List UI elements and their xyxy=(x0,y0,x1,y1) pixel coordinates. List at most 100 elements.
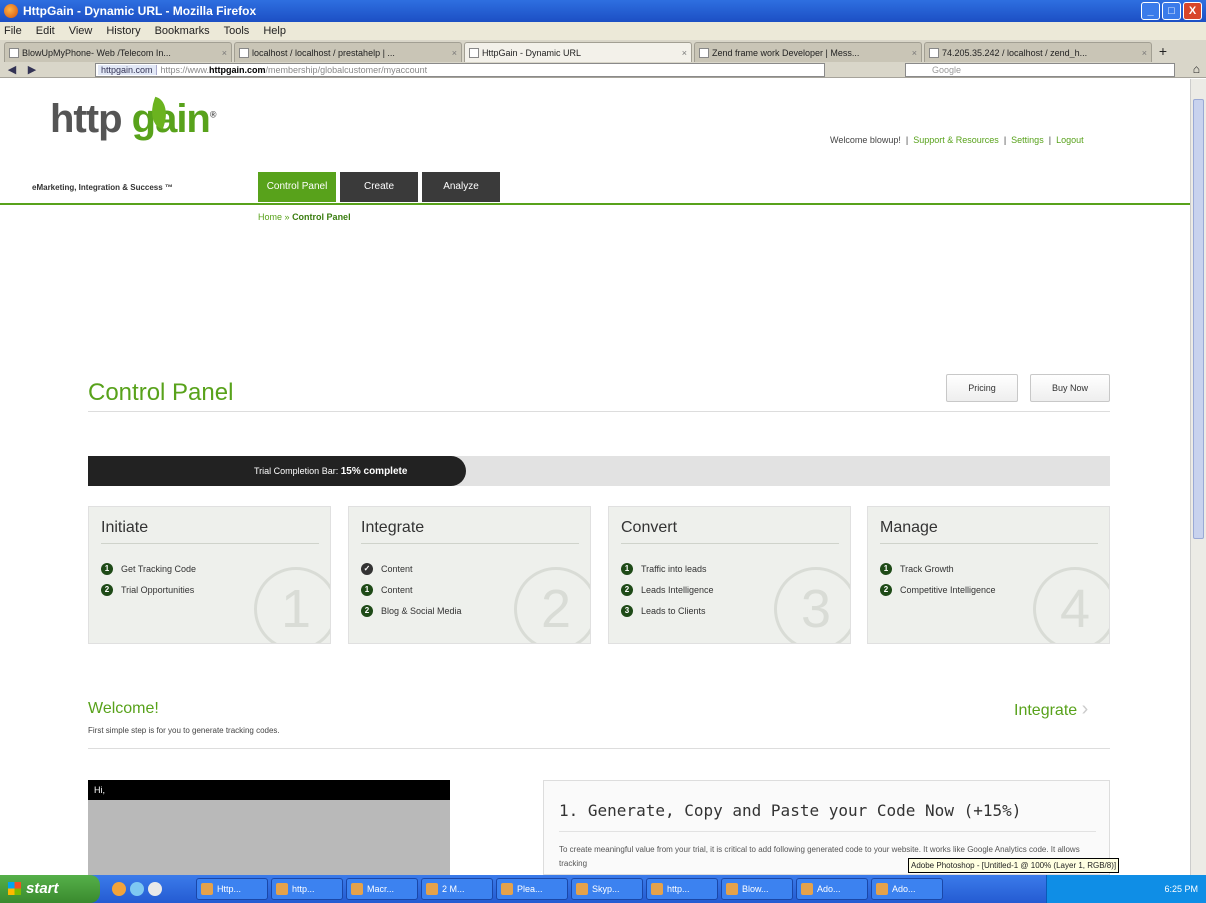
step-number-watermark: 3 xyxy=(774,567,850,643)
step-number-watermark: 4 xyxy=(1033,567,1109,643)
menu-tools[interactable]: Tools xyxy=(224,25,250,37)
tab-localhost-prestahelp[interactable]: localhost / localhost / prestahelp | ...… xyxy=(234,42,462,62)
chevron-right-icon: › xyxy=(1081,698,1089,720)
task-blow[interactable]: Blow... xyxy=(721,878,793,900)
settings-link[interactable]: Settings xyxy=(1011,135,1044,145)
task-macromedia[interactable]: Macr... xyxy=(346,878,418,900)
step-item[interactable]: 2 Blog & Social Media xyxy=(361,605,462,617)
integrate-next-link[interactable]: Integrate › xyxy=(1014,698,1088,721)
start-button[interactable]: start xyxy=(0,875,100,903)
step-item[interactable]: 1 Content xyxy=(361,584,462,596)
step-item[interactable]: 3 Leads to Clients xyxy=(621,605,714,617)
nav-analyze[interactable]: Analyze xyxy=(422,172,500,202)
tab-close-icon[interactable]: × xyxy=(682,48,687,58)
address-bar[interactable]: httpgain.com https://www. httpgain.com/me… xyxy=(95,63,825,77)
pricing-button[interactable]: Pricing xyxy=(946,374,1018,402)
quick-launch-icon[interactable] xyxy=(148,882,162,896)
httpgain-logo[interactable]: http gain® xyxy=(50,97,216,142)
window-controls: _ □ X xyxy=(1141,2,1202,20)
logo-registered: ® xyxy=(209,109,217,120)
separator: | xyxy=(1048,135,1052,145)
task-filezilla[interactable]: http... xyxy=(271,878,343,900)
taskbar-tooltip: Adobe Photoshop - [Untitled-1 @ 100% (La… xyxy=(908,858,1120,873)
page-icon xyxy=(469,47,479,58)
tab-httpgain[interactable]: HttpGain - Dynamic URL × xyxy=(464,42,692,62)
step-number-icon: 2 xyxy=(880,584,892,596)
step-card-integrate: Integrate ✓ Content 1 Content 2 Blog & Soci… xyxy=(348,506,591,644)
video-header: Hi, xyxy=(88,780,450,800)
quick-launch-icon[interactable] xyxy=(112,882,126,896)
step-card-convert: Convert 1 Traffic into leads 2 Leads Intel… xyxy=(608,506,851,644)
nav-control-panel[interactable]: Control Panel xyxy=(258,172,336,202)
task-please[interactable]: Plea... xyxy=(496,878,568,900)
tab-phpmyadmin[interactable]: 74.205.35.242 / localhost / zend_h... × xyxy=(924,42,1152,62)
step-item[interactable]: 1 Get Tracking Code xyxy=(101,563,196,575)
menu-history[interactable]: History xyxy=(106,25,140,37)
url-domain: httpgain.com xyxy=(209,65,266,75)
quick-launch xyxy=(100,875,192,903)
tab-blowupmyphone[interactable]: BlowUpMyPhone- Web /Telecom In... × xyxy=(4,42,232,62)
step-item[interactable]: 2 Competitive Intelligence xyxy=(880,584,996,596)
tab-zend-framework[interactable]: Zend frame work Developer | Mess... × xyxy=(694,42,922,62)
step-number-icon: 1 xyxy=(361,584,373,596)
logo-tagline: eMarketing, Integration & Success ™ xyxy=(32,183,173,192)
scrollbar-thumb[interactable] xyxy=(1193,99,1204,539)
video-player[interactable]: Hi, xyxy=(88,780,450,875)
task-messenger[interactable]: 2 M... xyxy=(421,878,493,900)
tab-close-icon[interactable]: × xyxy=(222,48,227,58)
maximize-button[interactable]: □ xyxy=(1162,2,1181,20)
step-item-label: Leads Intelligence xyxy=(641,585,714,595)
support-link[interactable]: Support & Resources xyxy=(913,135,999,145)
step-item[interactable]: ✓ Content xyxy=(361,563,462,575)
forward-button[interactable]: ▶ xyxy=(24,63,40,77)
breadcrumb-home[interactable]: Home xyxy=(258,212,282,222)
menu-bookmarks[interactable]: Bookmarks xyxy=(155,25,210,37)
site-identity-label[interactable]: httpgain.com xyxy=(98,65,157,75)
vertical-scrollbar[interactable] xyxy=(1190,79,1206,875)
step-item[interactable]: 2 Leads Intelligence xyxy=(621,584,714,596)
quick-launch-icon[interactable] xyxy=(130,882,144,896)
step-item[interactable]: 1 Traffic into leads xyxy=(621,563,714,575)
page-icon xyxy=(9,47,19,58)
task-firefox[interactable]: Http... xyxy=(196,878,268,900)
step-number-icon: 2 xyxy=(621,584,633,596)
new-tab-button[interactable]: + xyxy=(1154,42,1172,62)
web-page: http gain® eMarketing, Integration & Suc… xyxy=(0,79,1190,875)
step-item[interactable]: 1 Track Growth xyxy=(880,563,996,575)
menu-help[interactable]: Help xyxy=(263,25,286,37)
page-icon xyxy=(929,47,939,58)
task-skype[interactable]: Skyp... xyxy=(571,878,643,900)
search-input[interactable]: Google xyxy=(905,63,1175,77)
close-button[interactable]: X xyxy=(1183,2,1202,20)
home-icon[interactable]: ⌂ xyxy=(1193,62,1200,76)
breadcrumb-separator: » xyxy=(284,212,290,222)
menu-view[interactable]: View xyxy=(69,25,93,37)
tab-label: 74.205.35.242 / localhost / zend_h... xyxy=(942,47,1088,58)
step-number-watermark: 1 xyxy=(254,567,330,643)
step-item-label: Get Tracking Code xyxy=(121,564,197,574)
check-icon: ✓ xyxy=(361,563,373,575)
buy-now-button[interactable]: Buy Now xyxy=(1030,374,1110,402)
task-adobe-1[interactable]: Ado... xyxy=(796,878,868,900)
tab-close-icon[interactable]: × xyxy=(452,48,457,58)
task-adobe-2[interactable]: Ado... xyxy=(871,878,943,900)
step-item[interactable]: 2 Trial Opportunities xyxy=(101,584,196,596)
welcome-title: Welcome! xyxy=(88,700,159,717)
step-item-label: Trial Opportunities xyxy=(121,585,195,595)
step-item-label: Content xyxy=(381,564,413,574)
back-button[interactable]: ◀ xyxy=(4,63,20,77)
url-prefix: https://www. xyxy=(160,65,210,75)
page-icon xyxy=(699,47,709,58)
logout-link[interactable]: Logout xyxy=(1056,135,1084,145)
tab-close-icon[interactable]: × xyxy=(1142,48,1147,58)
tab-close-icon[interactable]: × xyxy=(912,48,917,58)
minimize-button[interactable]: _ xyxy=(1141,2,1160,20)
breadcrumb: Home » Control Panel xyxy=(258,212,351,222)
step-title: Initiate xyxy=(101,519,149,536)
system-tray-clock[interactable]: 6:25 PM xyxy=(1046,875,1206,903)
menu-edit[interactable]: Edit xyxy=(36,25,55,37)
menu-file[interactable]: File xyxy=(4,25,22,37)
step-item-label: Leads to Clients xyxy=(641,606,706,616)
task-folder[interactable]: http... xyxy=(646,878,718,900)
nav-create[interactable]: Create xyxy=(340,172,418,202)
